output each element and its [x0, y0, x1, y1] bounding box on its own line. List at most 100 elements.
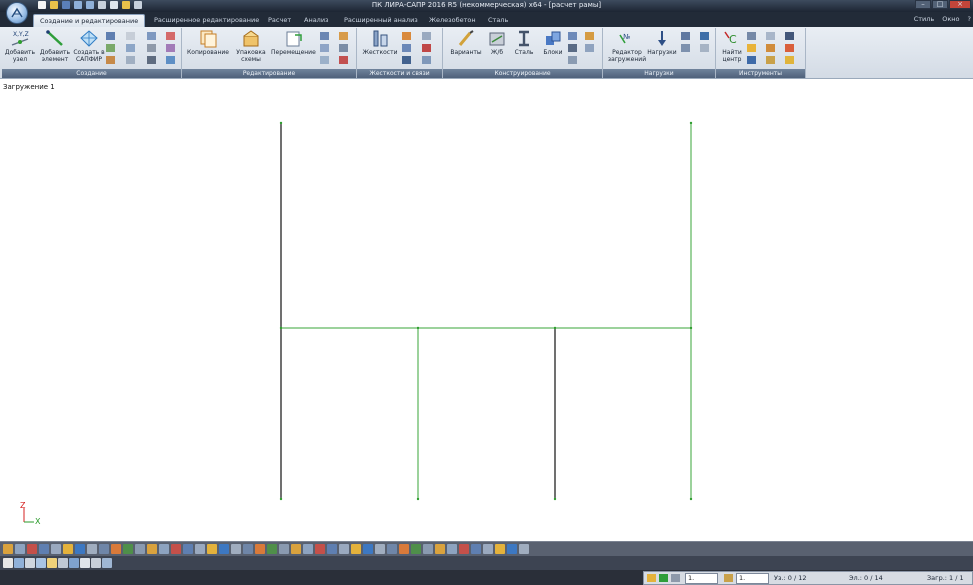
node[interactable]: [279, 326, 283, 330]
arrow-down-icon[interactable]: [671, 574, 680, 582]
view-tool-icon[interactable]: [339, 544, 349, 554]
display-tool-icon[interactable]: [3, 558, 13, 568]
node[interactable]: [279, 121, 283, 125]
node[interactable]: [553, 497, 557, 501]
tab-advanced-analysis[interactable]: Расширенный анализ: [344, 14, 418, 27]
grid-tool-icon[interactable]: [747, 32, 756, 40]
view-tool-icon[interactable]: [159, 544, 169, 554]
tool-3-icon[interactable]: [747, 56, 756, 64]
support-icon[interactable]: [402, 56, 411, 64]
display-tool-icon[interactable]: [36, 558, 46, 568]
view-tool-icon[interactable]: [243, 544, 253, 554]
move-button[interactable]: Перемещение: [271, 29, 316, 56]
tab-calculation[interactable]: Расчет: [268, 14, 291, 27]
view-tool-icon[interactable]: [423, 544, 433, 554]
find-center-button[interactable]: C Найти центр: [719, 29, 745, 63]
display-tool-icon[interactable]: [102, 558, 112, 568]
view-tool-icon[interactable]: [255, 544, 265, 554]
view-tool-icon[interactable]: [267, 544, 277, 554]
rigid-insert-icon[interactable]: [422, 32, 431, 40]
steel-design-button[interactable]: Сталь: [511, 29, 537, 56]
view-tool-icon[interactable]: [123, 544, 133, 554]
node[interactable]: [689, 121, 693, 125]
view-tool-icon[interactable]: [75, 544, 85, 554]
mirror-icon[interactable]: [320, 32, 329, 40]
load-editor-button[interactable]: № Редактор загружений: [607, 29, 647, 63]
view-tool-icon[interactable]: [387, 544, 397, 554]
tab-advanced-edit[interactable]: Расширенное редактирование: [154, 14, 259, 27]
view-tool-icon[interactable]: [87, 544, 97, 554]
view-tool-icon[interactable]: [63, 544, 73, 554]
load-sum-icon[interactable]: [700, 44, 709, 52]
view-tool-icon[interactable]: [15, 544, 25, 554]
view-tool-icon[interactable]: [219, 544, 229, 554]
add-element-button[interactable]: Добавить элемент: [38, 29, 72, 63]
add-node-button[interactable]: X,Y,Z Добавить узел: [4, 29, 36, 63]
close-icon[interactable]: ×: [949, 0, 971, 9]
column-icon[interactable]: [126, 32, 135, 40]
view-tool-icon[interactable]: [519, 544, 529, 554]
variants-button[interactable]: Варианты: [449, 29, 483, 56]
tool-8-icon[interactable]: [785, 44, 794, 52]
minimize-icon[interactable]: –: [915, 0, 931, 9]
display-tool-icon[interactable]: [25, 558, 35, 568]
filter-icon[interactable]: [647, 574, 656, 582]
display-tool-icon[interactable]: [91, 558, 101, 568]
view-tool-icon[interactable]: [111, 544, 121, 554]
blocks-button[interactable]: Блоки: [540, 29, 566, 56]
triangulate-icon[interactable]: [166, 44, 175, 52]
view-tool-icon[interactable]: [495, 544, 505, 554]
hinge-icon[interactable]: [402, 32, 411, 40]
view-tool-icon[interactable]: [183, 544, 193, 554]
node[interactable]: [689, 326, 693, 330]
view-tool-icon[interactable]: [291, 544, 301, 554]
view-tool-icon[interactable]: [507, 544, 517, 554]
surface-icon[interactable]: [147, 56, 156, 64]
unify-icon[interactable]: [568, 32, 577, 40]
view-tool-icon[interactable]: [279, 544, 289, 554]
display-tool-icon[interactable]: [80, 558, 90, 568]
tool-9-icon[interactable]: [785, 56, 794, 64]
arrow-t-icon[interactable]: [585, 32, 594, 40]
copy-node-icon[interactable]: [126, 44, 135, 52]
menu-help[interactable]: ?: [968, 15, 971, 23]
view-tool-icon[interactable]: [315, 544, 325, 554]
view-tool-icon[interactable]: [195, 544, 205, 554]
view-tool-icon[interactable]: [147, 544, 157, 554]
scale-field-a[interactable]: 1.: [685, 573, 718, 584]
app-logo-button[interactable]: [6, 2, 28, 24]
element-table-icon[interactable]: [106, 56, 115, 64]
tool-4-icon[interactable]: [766, 32, 775, 40]
menu-window[interactable]: Окно: [942, 15, 959, 23]
pack-scheme-button[interactable]: Упаковка схемы: [232, 29, 270, 63]
tab-analysis[interactable]: Анализ: [304, 14, 329, 27]
tr-icon[interactable]: [585, 44, 594, 52]
maximize-icon[interactable]: □: [932, 0, 948, 9]
zoom-section-icon[interactable]: [568, 56, 577, 64]
tool-5-icon[interactable]: [766, 44, 775, 52]
rotate-icon[interactable]: [320, 44, 329, 52]
node[interactable]: [553, 326, 557, 330]
grid-icon[interactable]: [106, 32, 115, 40]
unite-icon[interactable]: [422, 56, 431, 64]
sum-icon[interactable]: [785, 32, 794, 40]
view-tool-icon[interactable]: [399, 544, 409, 554]
sort-icon[interactable]: [339, 32, 348, 40]
view-tool-icon[interactable]: [459, 544, 469, 554]
view-tool-icon[interactable]: [351, 544, 361, 554]
sync-icon[interactable]: [320, 56, 329, 64]
view-tool-icon[interactable]: [363, 544, 373, 554]
arc-icon[interactable]: [126, 56, 135, 64]
rc-design-button[interactable]: Ж/б: [486, 29, 508, 56]
mesh-icon[interactable]: [147, 32, 156, 40]
constraint-icon[interactable]: [422, 44, 431, 52]
sort-down-icon[interactable]: [339, 44, 348, 52]
node[interactable]: [279, 497, 283, 501]
stiffness-button[interactable]: Жесткости: [360, 29, 400, 56]
highlight-tool-icon[interactable]: [747, 44, 756, 52]
view-tool-icon[interactable]: [171, 544, 181, 554]
link-icon[interactable]: [402, 44, 411, 52]
load-list-icon[interactable]: [681, 44, 690, 52]
model-canvas[interactable]: Загружение 1 Z X: [0, 80, 973, 541]
display-tool-icon[interactable]: [58, 558, 68, 568]
